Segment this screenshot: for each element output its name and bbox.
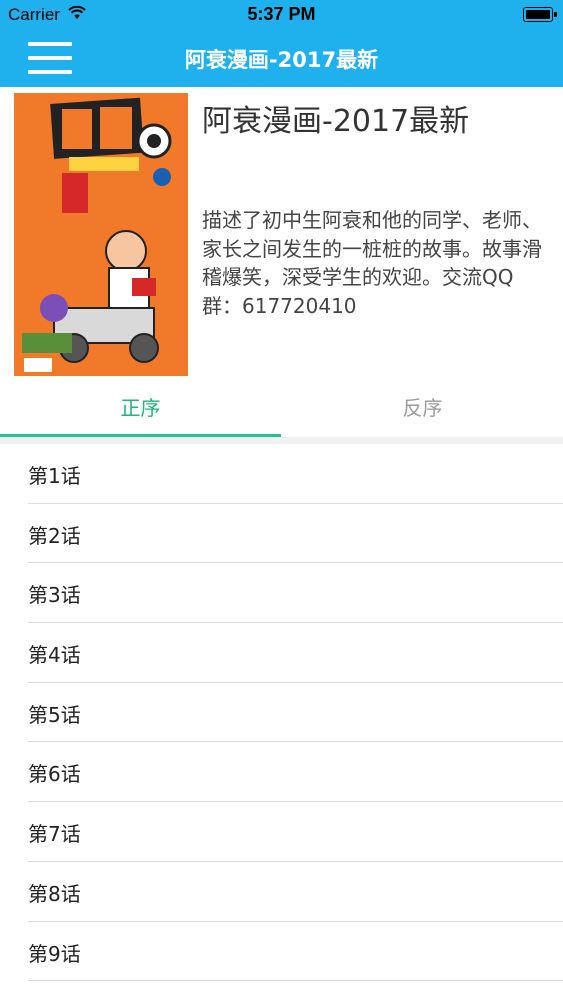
sort-tabs: 正序 反序 <box>0 382 563 438</box>
chapter-item[interactable]: 第8话 <box>0 862 563 922</box>
chapter-item[interactable]: 第1话 <box>0 444 563 504</box>
chapter-item[interactable]: 第5话 <box>0 683 563 743</box>
status-bar: Carrier 5:37 PM <box>0 0 563 30</box>
chapter-label: 第9话 <box>28 941 81 966</box>
tab-ascending[interactable]: 正序 <box>0 382 281 438</box>
comic-description: 描述了初中生阿衰和他的同学、老师、家长之间发生的一桩桩的故事。故事滑稽爆笑，深受… <box>202 208 542 318</box>
comic-cover-image <box>14 93 188 376</box>
chapter-item[interactable]: 第4话 <box>0 623 563 683</box>
comic-title: 阿衰漫画-2017最新 <box>202 104 470 139</box>
tabs-divider <box>0 437 563 444</box>
chapter-label: 第1话 <box>28 464 81 488</box>
chapter-item[interactable]: 第9话 <box>0 922 563 982</box>
chapter-item[interactable]: 第7话 <box>0 802 563 862</box>
chapter-label: 第8话 <box>28 881 81 906</box>
chapter-list: 第1话 第2话 第3话 第4话 第5话 第6话 第7话 第8话 第9话 <box>0 444 563 981</box>
chapter-item[interactable]: 第3话 <box>0 563 563 623</box>
chapter-label: 第2话 <box>28 523 81 548</box>
nav-title: 阿衰漫画-2017最新 <box>184 48 379 72</box>
tab-descending[interactable]: 反序 <box>282 382 563 438</box>
chapter-label: 第7话 <box>28 822 81 847</box>
chapter-label: 第4话 <box>28 643 81 668</box>
chapter-label: 第5话 <box>28 702 81 727</box>
chapter-label: 第3话 <box>28 583 81 608</box>
navigation-bar: 阿衰漫画-2017最新 <box>0 30 563 87</box>
chapter-item[interactable]: 第6话 <box>0 742 563 802</box>
chapter-label: 第6话 <box>28 762 81 787</box>
status-time: 5:37 PM <box>247 4 316 24</box>
chapter-item[interactable]: 第2话 <box>0 504 563 564</box>
battery-icon <box>523 7 557 22</box>
